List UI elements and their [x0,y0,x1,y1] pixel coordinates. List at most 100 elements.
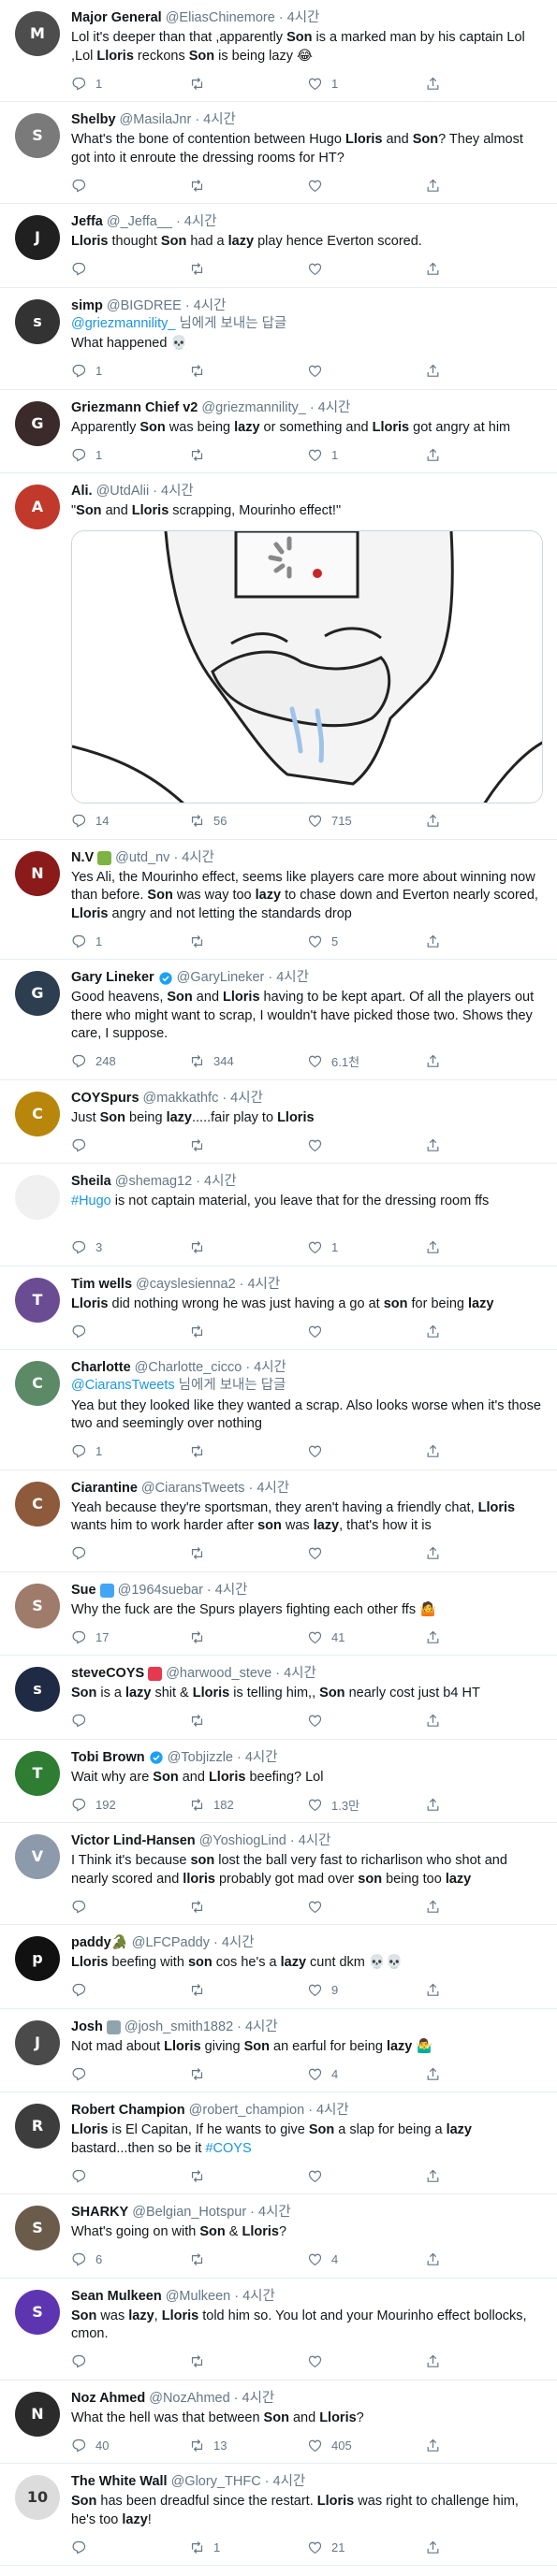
share-button[interactable] [425,1629,449,1645]
share-button[interactable] [425,1899,449,1915]
tweet-card[interactable]: s steveCOYS @harwood_steve · 4시간 Son is a laz… [0,1656,557,1740]
author-name[interactable]: The White Wall [71,2473,168,2491]
tweet-card[interactable]: S Sue @1964suebar · 4시간 Why the fuck are the … [0,1572,557,1656]
retweet-button[interactable] [189,1324,307,1339]
reply-button[interactable]: 1 [71,447,189,463]
tweet-card[interactable]: C Ciarantine @CiaransTweets · 4시간 Yeah becaus… [0,1470,557,1572]
retweet-button[interactable] [189,1443,307,1459]
author-handle[interactable]: @EliasChinemore [166,9,275,27]
author-handle[interactable]: @robert_champion [189,2102,305,2120]
author-handle[interactable]: @makkathfc [143,1090,219,1107]
author-name[interactable]: Noz Ahmed [71,2390,145,2408]
retweet-button[interactable]: 182 [189,1797,307,1813]
tweet-card[interactable]: T Tobi Brown @Tobjizzle · 4시간 Wait why are So… [0,1740,557,1823]
author-handle[interactable]: @CiaransTweets [141,1480,245,1498]
share-button[interactable] [425,1239,449,1255]
retweet-button[interactable] [189,1239,307,1255]
retweet-button[interactable] [189,2066,307,2082]
author-name[interactable]: Gary Lineker [71,969,154,987]
avatar[interactable]: S [15,113,60,158]
author-name[interactable]: Sean Mulkeen [71,2288,162,2306]
share-button[interactable] [425,933,449,949]
tweet-timestamp[interactable]: 4시간 [204,1173,237,1191]
tweet-card[interactable]: J Josh @josh_smith1882 · 4시간 Not mad about Ll… [0,2009,557,2092]
like-button[interactable] [307,1713,425,1729]
author-handle[interactable]: @GaryLineker [177,969,265,987]
tweet-card[interactable]: S Shelby @MasilaJnr · 4시간 What's the bone of … [0,102,557,204]
share-button[interactable] [425,363,449,379]
retweet-button[interactable] [189,1713,307,1729]
author-handle[interactable]: @BIGDREE [107,297,182,315]
like-button[interactable]: 5 [307,933,425,949]
tweet-timestamp[interactable]: 4시간 [230,1090,263,1107]
tweet-card[interactable]: S Sean Mulkeen @Mulkeen · 4시간 Son was lazy, L… [0,2279,557,2381]
author-name[interactable]: Tim wells [71,1276,132,1294]
like-button[interactable]: 9 [307,1982,425,1998]
share-button[interactable] [425,2251,449,2267]
like-button[interactable]: 405 [307,2438,425,2453]
tweet-card[interactable]: C COYSpurs @makkathfc · 4시간 Just Son being la… [0,1080,557,1164]
share-button[interactable] [425,1797,449,1813]
reply-button[interactable]: 17 [71,1629,189,1645]
tweet-card[interactable]: A Ali. @UtdAlii · 4시간 "Son and Lloris scrappi… [0,473,557,840]
reply-button[interactable] [71,1899,189,1915]
avatar[interactable]: G [15,400,60,446]
tweet-timestamp[interactable]: 4시간 [222,1934,255,1952]
tweet-card[interactable]: G Griezmann Chief v2 @griezmannility_ · 4시간 A… [0,390,557,473]
reply-button[interactable] [71,2168,189,2184]
avatar[interactable]: A [15,485,60,529]
author-name[interactable]: COYSpurs [71,1090,139,1107]
tweet-card[interactable]: J Jeffa @_Jeffa__ · 4시간 Lloris thought Son ha… [0,204,557,288]
author-name[interactable]: Griezmann Chief v2 [71,399,198,417]
like-button[interactable] [307,363,425,379]
reply-button[interactable] [71,178,189,194]
tweet-timestamp[interactable]: 4시간 [318,399,351,417]
tweet-card[interactable]: s simp @BIGDREE · 4시간 @griezmannility_ 님에게 보내… [0,288,557,390]
share-button[interactable] [425,76,449,92]
tweet-card[interactable]: C Charlotte @Charlotte_cicco · 4시간 @CiaransTw… [0,1350,557,1470]
author-handle[interactable]: @LFCPaddy [132,1934,210,1952]
author-name[interactable]: paddy🐊 [71,1934,128,1952]
tweet-timestamp[interactable]: 4시간 [203,111,236,129]
retweet-button[interactable]: 344 [189,1053,307,1069]
author-name[interactable]: Major General [71,9,162,27]
avatar[interactable]: S [15,1583,60,1628]
author-handle[interactable]: @MasilaJnr [120,111,192,129]
share-button[interactable] [425,178,449,194]
tweet-timestamp[interactable]: 4시간 [215,1582,248,1599]
reply-button[interactable] [71,1545,189,1561]
like-button[interactable] [307,2168,425,2184]
author-handle[interactable]: @Mulkeen [166,2288,231,2306]
tweet-timestamp[interactable]: 4시간 [247,1276,280,1294]
reply-to-handle[interactable]: @CiaransTweets [71,1378,175,1393]
retweet-button[interactable] [189,2168,307,2184]
tweet-timestamp[interactable]: 4시간 [242,2390,275,2408]
reply-button[interactable] [71,1982,189,1998]
avatar[interactable]: T [15,1277,60,1323]
tweet-timestamp[interactable]: 4시간 [161,483,194,500]
author-handle[interactable]: @NozAhmed [149,2390,229,2408]
tweet-card[interactable]: N N.V @utd_nv · 4시간 Yes Ali, the Mourinho eff… [0,840,557,960]
retweet-button[interactable] [189,2353,307,2369]
tweet-card[interactable]: S SHARKY @Belgian_Hotspur · 4시간 What's going … [0,2194,557,2279]
tweet-timestamp[interactable]: 4시간 [254,1359,286,1377]
tweet-card[interactable]: p paddy🐊 @LFCPaddy · 4시간 Lloris beefing with … [0,1925,557,2009]
reply-button[interactable]: 1 [71,933,189,949]
reply-button[interactable] [71,1324,189,1339]
reply-to-handle[interactable]: @griezmannility_ [71,316,175,331]
avatar[interactable]: C [15,1091,60,1136]
author-name[interactable]: Shelby [71,111,116,129]
retweet-button[interactable]: 1 [189,2540,307,2555]
reply-button[interactable]: 1 [71,76,189,92]
reply-button[interactable]: 14 [71,813,189,829]
share-button[interactable] [425,2168,449,2184]
share-button[interactable] [425,261,449,277]
tweet-timestamp[interactable]: 4시간 [299,1832,331,1850]
avatar[interactable]: M [15,11,60,56]
author-handle[interactable]: @UtdAlii [96,483,150,500]
like-button[interactable] [307,261,425,277]
tweet-card[interactable]: G Gary Lineker @GaryLineker · 4시간 Good heaven… [0,960,557,1080]
avatar[interactable]: 10 [15,2475,60,2520]
avatar[interactable]: G [15,971,60,1016]
reply-button[interactable] [71,2353,189,2369]
